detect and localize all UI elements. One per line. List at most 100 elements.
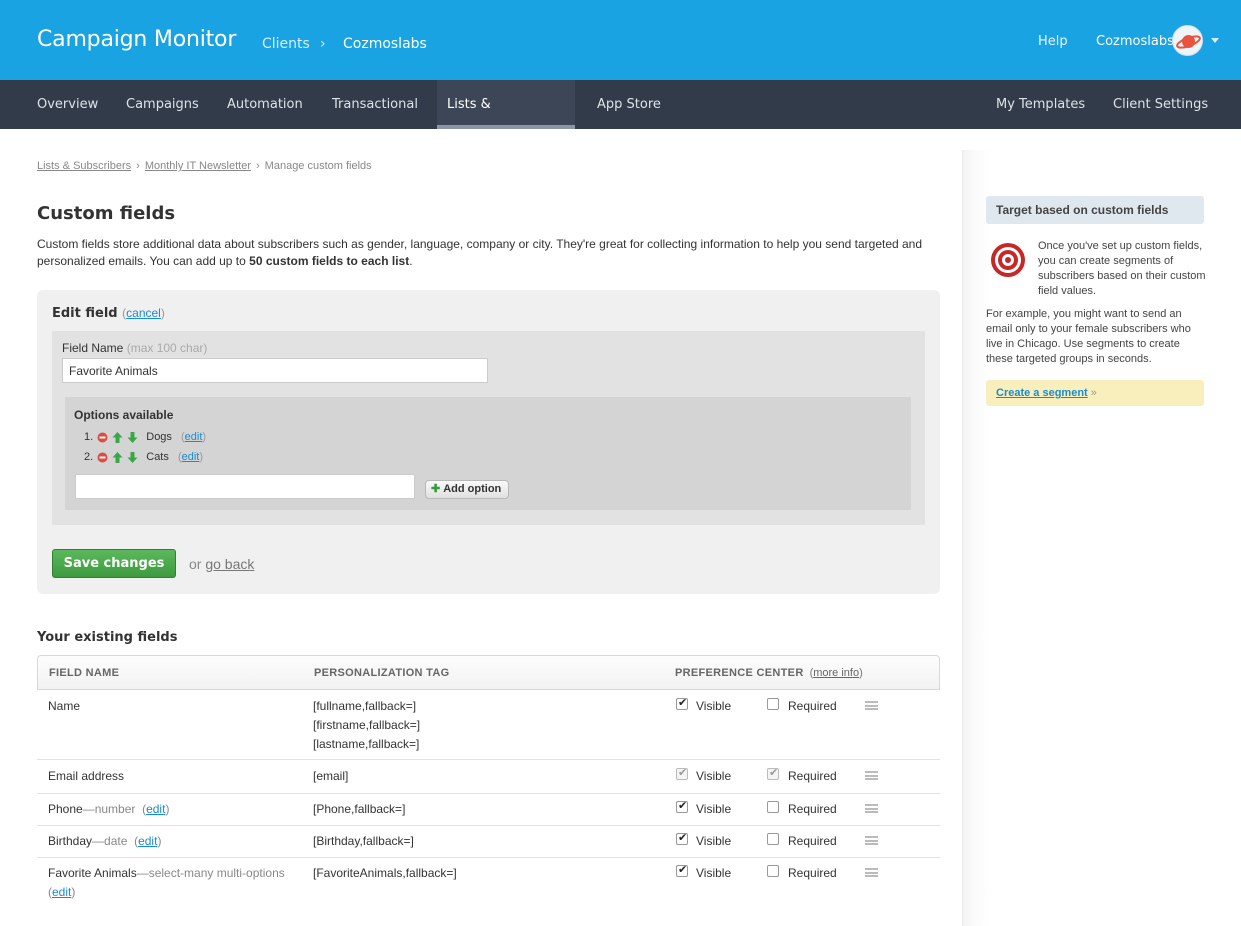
drag-handle-icon[interactable]: [865, 868, 878, 877]
arrow-down-icon[interactable]: [127, 451, 138, 463]
breadcrumb-newsletter[interactable]: Monthly IT Newsletter: [145, 160, 251, 172]
required-label: Required: [788, 866, 837, 880]
visible-label: Visible: [696, 866, 732, 880]
create-segment-box: Create a segment »: [986, 380, 1204, 406]
more-info-link[interactable]: more info: [813, 667, 859, 679]
edit-field-panel: Edit field (cancel) Field Name (max 100 …: [37, 290, 940, 594]
required-checkbox[interactable]: [767, 865, 779, 877]
col-preference-center: PREFERENCE CENTER (more info): [675, 667, 863, 679]
drag-handle-icon[interactable]: [865, 771, 878, 780]
table-row: Email address [email] Visible Required: [37, 760, 940, 794]
visible-checkbox[interactable]: [676, 799, 688, 813]
cancel-link[interactable]: cancel: [126, 306, 161, 320]
field-edit-link[interactable]: edit: [138, 834, 157, 848]
options-panel: Options available 1. Dogs (edit) 2. Cats…: [65, 397, 911, 510]
nav-automation[interactable]: Automation: [217, 80, 313, 129]
nav-app-store[interactable]: App Store: [587, 80, 671, 129]
user-menu[interactable]: Cozmoslabs: [1096, 34, 1174, 49]
breadcrumb: Lists & Subscribers › Monthly IT Newslette…: [37, 160, 372, 172]
new-option-input[interactable]: [75, 474, 415, 499]
visible-checkbox[interactable]: [676, 863, 688, 877]
drag-handle-icon[interactable]: [865, 836, 878, 845]
col-field-name: FIELD NAME: [49, 667, 120, 679]
chevron-right-icon: ›: [320, 36, 326, 52]
arrow-down-icon[interactable]: [127, 431, 138, 443]
field-name: Phone—number (edit): [48, 802, 170, 816]
field-name-input[interactable]: [62, 358, 488, 383]
personalization-tag: [FavoriteAnimals,fallback=]: [313, 866, 457, 880]
option-name: Cats: [146, 451, 169, 463]
nav-overview[interactable]: Overview: [27, 80, 108, 129]
visible-checkbox[interactable]: [676, 831, 688, 845]
page-intro: Custom fields store additional data abou…: [37, 237, 923, 268]
table-header: FIELD NAME PERSONALIZATION TAG PREFERENC…: [37, 655, 940, 690]
personalization-tag: [Phone,fallback=]: [313, 802, 406, 816]
sidebar-heading: Target based on custom fields: [986, 196, 1204, 224]
field-name: Email address: [48, 769, 125, 783]
visible-label: Visible: [696, 769, 732, 783]
field-edit-link[interactable]: edit: [146, 802, 165, 816]
target-icon: [991, 243, 1025, 277]
remove-icon[interactable]: [97, 452, 108, 463]
drag-handle-icon[interactable]: [865, 701, 878, 710]
top-bar: Campaign Monitor Clients › Cozmoslabs He…: [0, 0, 1241, 80]
planet-icon: [1176, 35, 1201, 49]
create-segment-link[interactable]: Create a segment: [996, 387, 1088, 399]
breadcrumb-current: Manage custom fields: [264, 160, 372, 172]
nav-client-settings[interactable]: Client Settings: [1103, 80, 1218, 129]
field-edit-link[interactable]: edit: [52, 885, 71, 899]
nav-lists-subscribers[interactable]: Lists & Subscribers: [437, 80, 575, 161]
plus-icon: ✚: [431, 483, 441, 495]
brand-logo[interactable]: Campaign Monitor: [37, 27, 236, 52]
existing-fields-title: Your existing fields: [37, 630, 178, 645]
option-edit-link[interactable]: edit: [182, 451, 200, 463]
personalization-tag: [email]: [313, 769, 349, 783]
required-label: Required: [788, 802, 837, 816]
help-link[interactable]: Help: [1038, 34, 1068, 49]
visible-label: Visible: [696, 699, 732, 713]
avatar[interactable]: [1172, 25, 1203, 56]
nav-my-templates[interactable]: My Templates: [986, 80, 1095, 129]
sidebar-text-intro: Once you've set up custom fields, you ca…: [1038, 240, 1206, 297]
save-changes-button[interactable]: Save changes: [52, 549, 176, 578]
chevron-down-icon[interactable]: [1211, 38, 1219, 43]
arrow-up-icon[interactable]: [112, 431, 123, 443]
table-row: Phone—number (edit) [Phone,fallback=] Vi…: [37, 794, 940, 826]
visible-label: Visible: [696, 802, 732, 816]
breadcrumb-lists[interactable]: Lists & Subscribers: [37, 160, 131, 172]
col-personalization-tag: PERSONALIZATION TAG: [314, 667, 450, 679]
go-back: or go back: [189, 556, 255, 572]
add-option-button[interactable]: ✚ Add option: [425, 480, 510, 499]
field-name: Name: [48, 699, 81, 713]
field-name-label: Field Name (max 100 char): [62, 341, 208, 355]
option-edit-link[interactable]: edit: [185, 431, 203, 443]
table-row: Name [fullname,fallback=] [firstname,fal…: [37, 690, 940, 760]
nav-campaigns[interactable]: Campaigns: [116, 80, 209, 129]
options-title: Options available: [74, 408, 174, 422]
visible-checkbox[interactable]: [676, 696, 688, 710]
breadcrumb-sep: ›: [256, 160, 260, 172]
client-name[interactable]: Cozmoslabs: [343, 36, 427, 52]
required-label: Required: [788, 769, 837, 783]
sidebar-text-example: For example, you might want to send an e…: [986, 308, 1191, 365]
required-checkbox[interactable]: [767, 698, 779, 710]
drag-handle-icon[interactable]: [865, 804, 878, 813]
option-row: 1. Dogs (edit): [84, 431, 207, 443]
field-name: Favorite Animals—select-many multi-optio…: [48, 866, 285, 899]
required-checkbox: [767, 766, 779, 780]
edit-field-body: Field Name (max 100 char) Options availa…: [52, 331, 925, 525]
visible-label: Visible: [696, 834, 732, 848]
go-back-link[interactable]: go back: [205, 556, 254, 572]
clients-link[interactable]: Clients: [262, 36, 310, 52]
remove-icon[interactable]: [97, 432, 108, 443]
existing-fields-table: FIELD NAME PERSONALIZATION TAG PREFERENC…: [37, 655, 940, 908]
option-name: Dogs: [146, 431, 172, 443]
required-checkbox[interactable]: [767, 833, 779, 845]
main-nav: Overview Campaigns Automation Transactio…: [0, 80, 1241, 161]
table-row: Birthday—date (edit) [Birthday,fallback=…: [37, 826, 940, 858]
breadcrumb-sep: ›: [136, 160, 140, 172]
arrow-up-icon[interactable]: [112, 451, 123, 463]
nav-transactional[interactable]: Transactional: [322, 80, 428, 129]
required-checkbox[interactable]: [767, 801, 779, 813]
personalization-tag: [fullname,fallback=] [firstname,fallback…: [313, 699, 421, 751]
